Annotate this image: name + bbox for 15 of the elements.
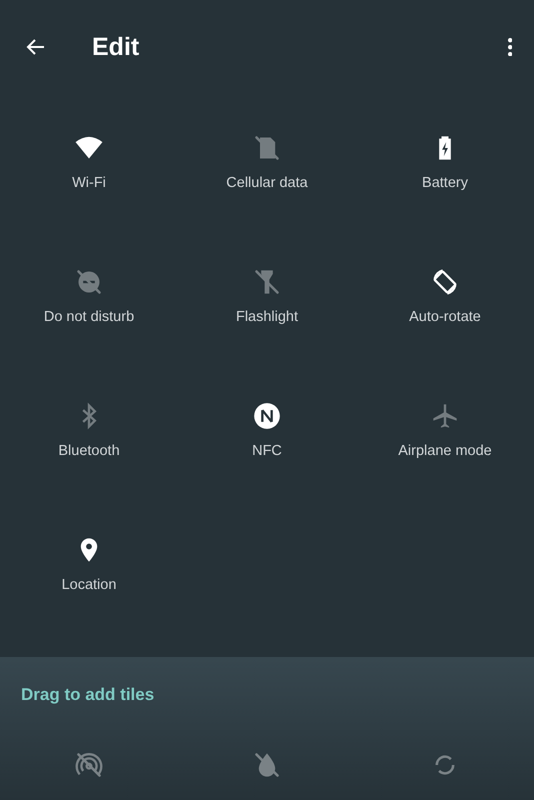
tile-label[interactable]: Location — [62, 577, 116, 593]
tile-label[interactable]: Do not disturb — [44, 309, 134, 325]
tile-label[interactable]: Flashlight — [236, 309, 298, 325]
drop-icon — [253, 751, 281, 779]
hotspot-icon — [75, 751, 103, 779]
tile-label[interactable]: Airplane mode — [398, 443, 492, 459]
tile-label[interactable]: Cellular data — [226, 175, 308, 191]
tile-label[interactable]: Auto-rotate — [409, 309, 481, 325]
screen-title: Edit — [92, 32, 140, 62]
section-title: Drag to add tiles — [20, 684, 156, 705]
tile-label[interactable]: Wi-Fi — [72, 175, 106, 191]
tile-label[interactable]: NFC — [252, 443, 282, 459]
tile-label[interactable]: Battery — [422, 175, 468, 191]
tile-label[interactable]: Bluetooth — [58, 443, 120, 459]
more-options-icon — [508, 38, 512, 56]
